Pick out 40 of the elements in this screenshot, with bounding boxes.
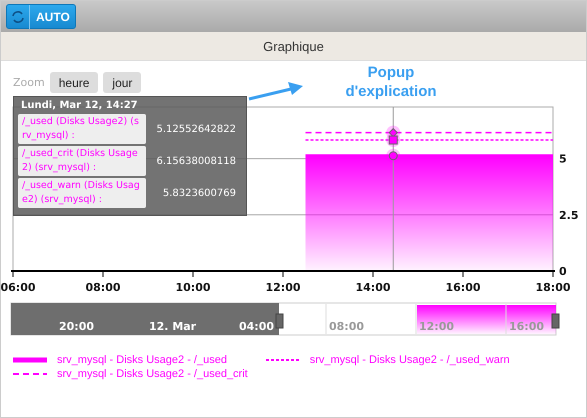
tooltip-series-label: /_used_crit (Disks Usage2) (srv_mysql) : <box>18 146 146 176</box>
legend-label[interactable]: srv_mysql - Disks Usage2 - /_used <box>57 354 227 366</box>
navigator-label: 12. Mar <box>149 320 196 333</box>
navigator-handle[interactable] <box>276 314 284 328</box>
legend-line-icon <box>266 357 300 363</box>
y-tick-label: 2.5 <box>559 208 578 222</box>
legend-line-icon <box>13 371 47 377</box>
navigator-label: 04:00 <box>239 320 274 333</box>
legend-label[interactable]: srv_mysql - Disks Usage2 - /_used_warn <box>310 354 510 366</box>
y-tick-label: 5 <box>559 152 567 166</box>
tooltip-series-label: /_used (Disks Usage2) (srv_mysql) : <box>18 114 146 144</box>
legend-line-icon <box>13 357 47 363</box>
tooltip-series-label: /_used_warn (Disks Usage2) (srv_mysql) : <box>18 178 146 208</box>
zoom-label: Zoom <box>13 76 45 89</box>
tooltip-title: Lundi, Mar 12, 14:27 <box>21 100 139 111</box>
navigator-label: 12:00 <box>419 320 454 333</box>
zoom-button[interactable]: heure <box>50 72 98 93</box>
arrow-icon <box>248 82 303 100</box>
navigator-handle[interactable] <box>552 314 560 328</box>
navigator-label: 20:00 <box>59 320 94 333</box>
x-tick-label: 06:00 <box>1 281 36 294</box>
x-tick-label: 10:00 <box>176 281 210 294</box>
y-tick-label: 0 <box>559 265 567 278</box>
x-tick-label: 18:00 <box>536 281 570 294</box>
tooltip-value: 6.15638008118 <box>156 156 236 166</box>
tooltip-value: 5.8323600769 <box>162 188 236 198</box>
x-tick-label: 16:00 <box>446 281 480 294</box>
auto-refresh-button[interactable]: AUTO <box>6 4 76 29</box>
navigator-label: 08:00 <box>329 320 364 333</box>
x-tick-label: 14:00 <box>356 281 390 294</box>
circle-marker <box>386 148 400 163</box>
refresh-icon <box>10 8 26 24</box>
x-tick-label: 12:00 <box>266 281 300 294</box>
zoom-button[interactable]: jour <box>103 72 142 93</box>
navigator-label: 16:00 <box>509 320 544 333</box>
panel-title: Graphique <box>263 38 324 54</box>
legend-label[interactable]: srv_mysql - Disks Usage2 - /_used_crit <box>57 368 248 380</box>
annotation-text: Popup d'explication <box>344 63 438 101</box>
tooltip-value: 5.12552642822 <box>156 124 236 134</box>
x-tick-label: 08:00 <box>86 281 120 294</box>
